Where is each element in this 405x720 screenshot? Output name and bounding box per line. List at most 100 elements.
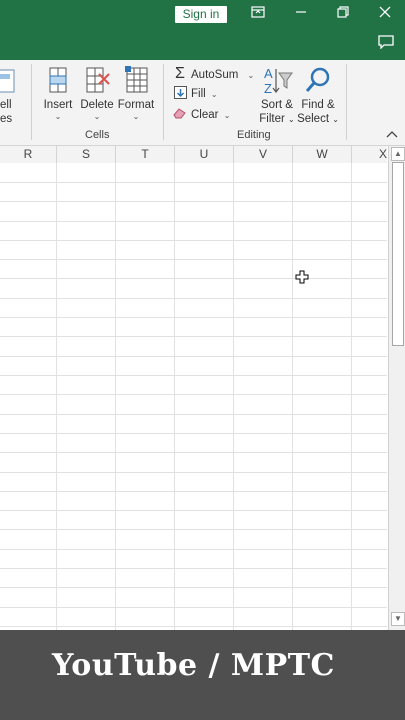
grid-line [0, 607, 387, 608]
chevron-down-icon: ⌄ [223, 111, 231, 120]
grid-line [0, 201, 387, 202]
insert-button[interactable]: Insert ⌄ [38, 64, 78, 122]
ribbon-separator [31, 64, 32, 140]
find-select-label-1: Find & [301, 99, 335, 111]
grid-line [351, 163, 352, 630]
title-bar: Sign in [0, 0, 405, 60]
restore-icon[interactable] [333, 5, 353, 23]
grid-line [0, 375, 387, 376]
chevron-down-icon: ⌄ [93, 112, 101, 121]
autosum-label: AutoSum [191, 69, 239, 81]
fill-down-icon [172, 86, 188, 100]
sort-filter-button[interactable]: A Z Sort & Filter ⌄ [257, 64, 297, 127]
grid-line [0, 182, 387, 183]
delete-label: Delete [80, 99, 114, 111]
cells-group-label: Cells [85, 129, 110, 141]
column-header-v[interactable]: V [234, 146, 293, 163]
grid-line [0, 433, 387, 434]
scroll-up-icon[interactable]: ▲ [391, 147, 405, 161]
column-header-s[interactable]: S [57, 146, 116, 163]
insert-cells-icon [49, 67, 67, 93]
insert-label: Insert [43, 99, 73, 111]
clear-button[interactable]: Clear ⌄ [172, 107, 230, 121]
comments-icon[interactable] [376, 35, 396, 53]
cell-styles-label-1: ell [0, 99, 12, 111]
format-cells-icon [125, 66, 148, 93]
sort-filter-label-1: Sort & [261, 99, 293, 111]
chevron-down-icon: ⌄ [210, 90, 218, 99]
watermark-text: YouTube / MPTC [52, 648, 335, 683]
column-header-r[interactable]: R [0, 146, 57, 163]
delete-button[interactable]: Delete ⌄ [78, 64, 116, 122]
grid-line [0, 626, 387, 627]
fill-button[interactable]: Fill ⌄ [172, 86, 218, 100]
grid-line [0, 259, 387, 260]
autosum-button[interactable]: Σ AutoSum ⌄ [172, 65, 254, 83]
svg-text:A: A [264, 66, 273, 81]
chevron-down-icon: ⌄ [332, 115, 339, 124]
close-icon[interactable] [375, 5, 395, 23]
chevron-down-icon: ⌄ [288, 115, 295, 124]
sort-filter-label-2-wrap: Filter ⌄ [257, 112, 297, 127]
column-header-w[interactable]: W [293, 146, 352, 163]
ribbon-separator [163, 64, 164, 140]
chevron-down-icon: ⌄ [132, 112, 140, 121]
fill-label: Fill [191, 88, 206, 100]
minimize-icon[interactable] [291, 5, 311, 23]
grid-line [0, 587, 387, 588]
column-header-u[interactable]: U [175, 146, 234, 163]
column-header-t[interactable]: T [116, 146, 175, 163]
ribbon-separator [346, 64, 347, 140]
find-select-label-2-wrap: Select ⌄ [297, 112, 339, 127]
grid-line [0, 336, 387, 337]
grid-line [0, 240, 387, 241]
delete-cells-icon [86, 67, 110, 93]
grid-line [0, 221, 387, 222]
grid-line [174, 163, 175, 630]
grid-line [0, 452, 387, 453]
cell-styles-button[interactable]: ell es [0, 64, 20, 126]
grid-line [56, 163, 57, 630]
grid-line [0, 356, 387, 357]
find-select-label-2: Select [297, 113, 330, 125]
grid-line [0, 298, 387, 299]
grid-line [0, 414, 387, 415]
sort-filter-icon: A Z [264, 66, 293, 96]
grid-line [0, 317, 387, 318]
grid-line [233, 163, 234, 630]
svg-text:Z: Z [264, 81, 272, 96]
vertical-scrollbar[interactable]: ▲ ▼ [388, 146, 405, 630]
column-header-row: R S T U V W X [0, 146, 387, 164]
grid-line [292, 163, 293, 630]
column-header-x[interactable]: X [352, 146, 387, 163]
cell-styles-icon [0, 69, 15, 93]
grid-line [0, 529, 387, 530]
scroll-down-icon[interactable]: ▼ [391, 612, 405, 626]
collapse-ribbon-icon[interactable] [386, 130, 398, 141]
magnifier-icon [305, 67, 330, 92]
cell-styles-label-2: es [0, 113, 13, 125]
grid-line [0, 549, 387, 550]
grid-line [0, 472, 387, 473]
editing-group-label: Editing [237, 129, 271, 141]
cell-select-cursor-icon [295, 270, 309, 284]
grid-line [0, 278, 387, 279]
scrollbar-thumb[interactable] [392, 162, 404, 346]
find-select-button[interactable]: Find & Select ⌄ [297, 64, 339, 127]
chevron-down-icon: ⌄ [247, 71, 255, 80]
grid-line [0, 491, 387, 492]
format-button[interactable]: Format ⌄ [116, 64, 156, 122]
eraser-icon [172, 107, 188, 121]
sigma-icon: Σ [175, 65, 185, 82]
format-label: Format [117, 99, 155, 111]
grid-line [0, 568, 387, 569]
sort-filter-label-2: Filter [259, 113, 285, 125]
ribbon-display-options-icon[interactable] [248, 5, 268, 23]
cell-grid[interactable] [0, 163, 387, 630]
clear-label: Clear [191, 109, 219, 121]
sign-in-button[interactable]: Sign in [175, 6, 227, 23]
chevron-down-icon: ⌄ [54, 112, 62, 121]
grid-line [115, 163, 116, 630]
grid-line [0, 394, 387, 395]
grid-line [0, 510, 387, 511]
